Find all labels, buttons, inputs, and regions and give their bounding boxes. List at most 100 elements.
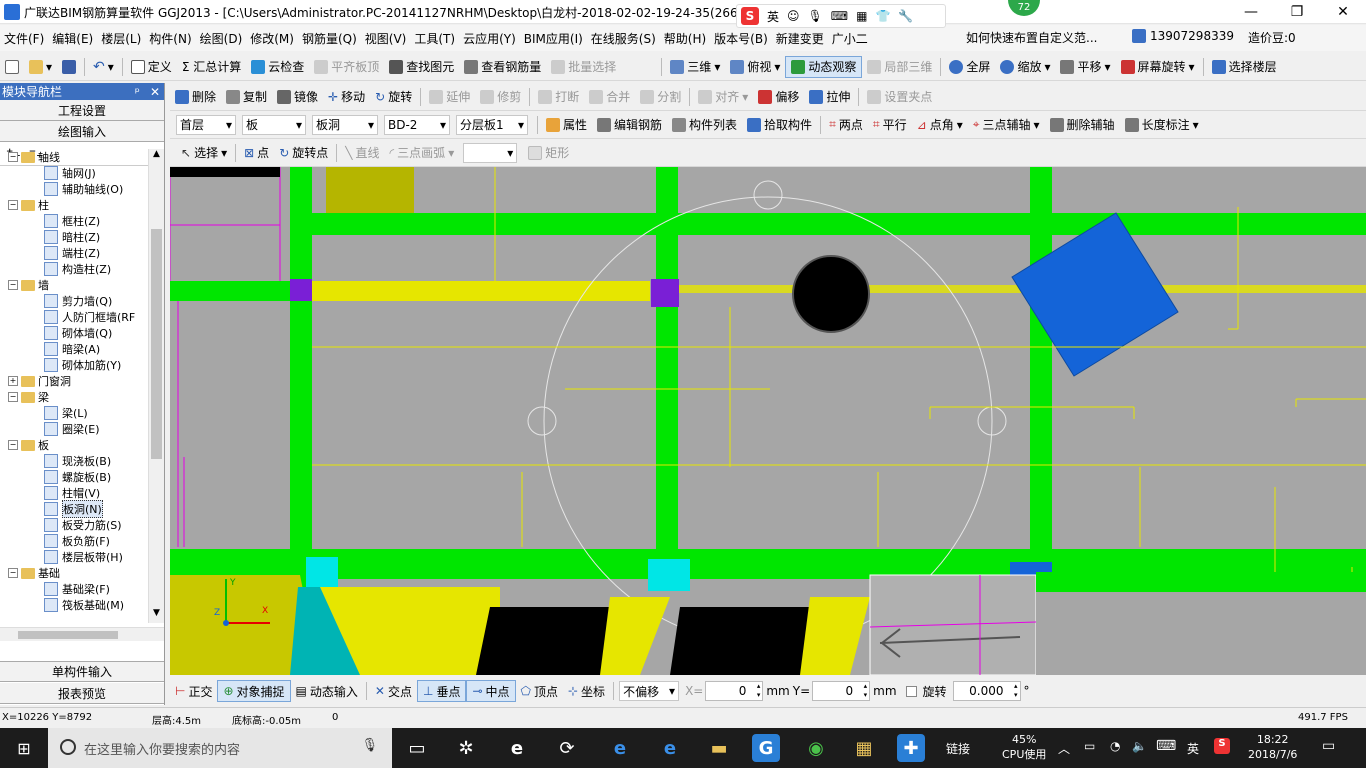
wifi-icon[interactable]: ◔ bbox=[1110, 739, 1120, 753]
rotate-angle-input[interactable]: 0.000 ▴ ▾ bbox=[952, 681, 1021, 701]
tree-folder[interactable]: + 门窗洞 bbox=[0, 373, 148, 389]
tree-item[interactable]: 板受力筋(S) bbox=[0, 517, 148, 533]
two-point-axis-button[interactable]: ⌗ 两点 bbox=[824, 114, 868, 136]
edge-blue-icon[interactable]: e bbox=[606, 734, 634, 762]
smile-icon[interactable]: ☺ bbox=[787, 9, 800, 23]
dynamic-observe-button[interactable]: 动态观察 bbox=[785, 55, 863, 78]
offset-button[interactable]: 偏移 bbox=[753, 86, 804, 108]
close-button[interactable]: ✕ bbox=[1320, 0, 1366, 24]
save-icon[interactable] bbox=[57, 56, 81, 78]
collapse-icon[interactable]: − bbox=[8, 280, 18, 290]
length-dim-button[interactable]: 长度标注 ▾ bbox=[1120, 114, 1204, 136]
edit-rebar-button[interactable]: 编辑钢筋 bbox=[592, 114, 667, 136]
tree-item[interactable]: 暗柱(Z) bbox=[0, 229, 148, 245]
scroll-up-icon[interactable]: ▲ bbox=[149, 149, 164, 164]
menu-cloud[interactable]: 云应用(Y) bbox=[459, 30, 520, 47]
component-list-button[interactable]: 构件列表 bbox=[667, 114, 742, 136]
cpu-usage[interactable]: 45% CPU使用 bbox=[1002, 732, 1046, 762]
collapse-icon[interactable]: − bbox=[8, 440, 18, 450]
notification-icon[interactable]: ▭ bbox=[1322, 738, 1335, 754]
open-icon[interactable]: ▾ bbox=[24, 56, 57, 78]
sync-app-icon[interactable]: ⟳ bbox=[553, 734, 581, 762]
plus-app-icon[interactable]: ✚ bbox=[897, 734, 925, 762]
rotate-point-button[interactable]: ↻ 旋转点 bbox=[274, 142, 333, 164]
tree-hscrollbar[interactable] bbox=[0, 627, 164, 641]
menu-guangxiaoer[interactable]: 广小二 bbox=[828, 30, 872, 47]
subtype-select[interactable]: 板洞 ▾ bbox=[312, 114, 378, 135]
phone-number[interactable]: 13907298339 bbox=[1150, 29, 1234, 43]
tree-item[interactable]: 螺旋板(B) bbox=[0, 469, 148, 485]
menu-bim[interactable]: BIM应用(I) bbox=[520, 30, 587, 47]
properties-button[interactable]: 属性 bbox=[541, 114, 592, 136]
new-icon[interactable] bbox=[0, 56, 24, 78]
mirror-button[interactable]: 镜像 bbox=[272, 86, 323, 108]
tree-item[interactable]: 圈梁(E) bbox=[0, 421, 148, 437]
tree-item[interactable]: 砌体墙(Q) bbox=[0, 325, 148, 341]
tray-chevron-icon[interactable]: ︿ bbox=[1058, 740, 1070, 757]
dynamic-input-toggle[interactable]: ▤ 动态输入 bbox=[291, 680, 363, 702]
input-lang[interactable]: 英 bbox=[1187, 740, 1199, 757]
tree-item[interactable]: 板洞(N) bbox=[0, 500, 148, 518]
rotate-checkbox[interactable] bbox=[905, 685, 917, 697]
wrench-icon[interactable]: 🔧 bbox=[898, 9, 913, 23]
menu-view[interactable]: 视图(V) bbox=[361, 30, 411, 47]
glodon-app-icon[interactable]: G bbox=[752, 734, 780, 762]
select-floor-button[interactable]: 选择楼层 bbox=[1207, 56, 1282, 78]
point-button[interactable]: ⊠ 点 bbox=[239, 142, 274, 164]
scroll-thumb[interactable] bbox=[151, 229, 162, 459]
shirt-icon[interactable]: 👕 bbox=[875, 9, 890, 23]
collapse-icon[interactable]: − bbox=[8, 152, 18, 162]
delete-aux-button[interactable]: 删除辅轴 bbox=[1045, 114, 1120, 136]
split-button[interactable]: 分割 bbox=[635, 86, 686, 108]
tree-item[interactable]: 楼层板带(H) bbox=[0, 549, 148, 565]
ime-lang[interactable]: 英 bbox=[767, 8, 779, 25]
select-button[interactable]: ↖ 选择 ▾ bbox=[176, 142, 232, 164]
model-view[interactable]: Y X Z bbox=[170, 167, 1366, 675]
tree-folder[interactable]: − 柱 bbox=[0, 197, 148, 213]
rect-button[interactable]: 矩形 bbox=[523, 142, 574, 164]
menu-tools[interactable]: 工具(T) bbox=[410, 30, 459, 47]
notes-app-icon[interactable]: ▦ bbox=[850, 734, 878, 762]
tree-item[interactable]: 轴网(J) bbox=[0, 165, 148, 181]
windows-start-icon[interactable]: ⊞ bbox=[10, 734, 38, 762]
tree-scrollbar[interactable]: ▲ ▼ bbox=[148, 149, 164, 623]
draw-input-button[interactable]: 绘图输入 bbox=[0, 121, 164, 142]
keyboard-icon[interactable]: ⌨ bbox=[831, 9, 848, 23]
shape-select[interactable]: ▾ bbox=[463, 142, 518, 163]
keyboard-tray-icon[interactable]: ⌨ bbox=[1156, 738, 1176, 754]
ie-browser-icon[interactable]: e bbox=[656, 734, 684, 762]
tree-folder[interactable]: − 轴线 bbox=[0, 149, 148, 165]
menu-floor[interactable]: 楼层(L) bbox=[97, 30, 145, 47]
tree-item[interactable]: 板负筋(F) bbox=[0, 533, 148, 549]
minimize-button[interactable]: — bbox=[1228, 0, 1274, 24]
align-slab-button[interactable]: 平齐板顶 bbox=[309, 56, 384, 78]
local-3d-button[interactable]: 局部三维 bbox=[862, 56, 937, 78]
menu-new-change[interactable]: 新建变更 bbox=[772, 30, 828, 47]
set-grip-button[interactable]: 设置夹点 bbox=[862, 86, 937, 108]
three-point-aux-button[interactable]: ⌖ 三点辅轴 ▾ bbox=[968, 114, 1045, 136]
collapse-icon[interactable]: − bbox=[8, 200, 18, 210]
menu-edit[interactable]: 编辑(E) bbox=[48, 30, 97, 47]
nav-close-icon[interactable]: ✕ bbox=[150, 85, 160, 99]
x-offset-input[interactable]: 0 ▴ ▾ bbox=[705, 681, 764, 701]
zoom-button[interactable]: 缩放 ▾ bbox=[995, 56, 1055, 78]
help-link[interactable]: 如何快速布置自定义范... bbox=[966, 29, 1097, 46]
parallel-axis-button[interactable]: ⌗ 平行 bbox=[868, 114, 912, 136]
edge-browser-icon[interactable]: e bbox=[503, 734, 531, 762]
line-button[interactable]: ╲ 直线 bbox=[340, 142, 384, 164]
mic-icon[interactable]: 🎙 bbox=[808, 9, 823, 23]
single-component-input-button[interactable]: 单构件输入 bbox=[0, 661, 164, 682]
tree-folder[interactable]: − 基础 bbox=[0, 565, 148, 581]
midpoint-snap-toggle[interactable]: ⊸ 中点 bbox=[466, 680, 516, 702]
tree-item[interactable]: 人防门框墙(RF bbox=[0, 309, 148, 325]
top-view-button[interactable]: 俯视 ▾ bbox=[725, 56, 785, 78]
menu-component[interactable]: 构件(N) bbox=[145, 30, 195, 47]
move-button[interactable]: ✛ 移动 bbox=[323, 86, 370, 108]
engineering-settings-button[interactable]: 工程设置 bbox=[0, 100, 164, 121]
cost-beans[interactable]: 造价豆:0 bbox=[1248, 29, 1296, 46]
maximize-button[interactable]: ❐ bbox=[1274, 0, 1320, 24]
define-button[interactable]: 定义 bbox=[126, 56, 177, 78]
sogou-tray-icon[interactable]: S bbox=[1214, 738, 1230, 754]
cloud-check-button[interactable]: 云检查 bbox=[246, 56, 309, 78]
tree-item[interactable]: 暗梁(A) bbox=[0, 341, 148, 357]
